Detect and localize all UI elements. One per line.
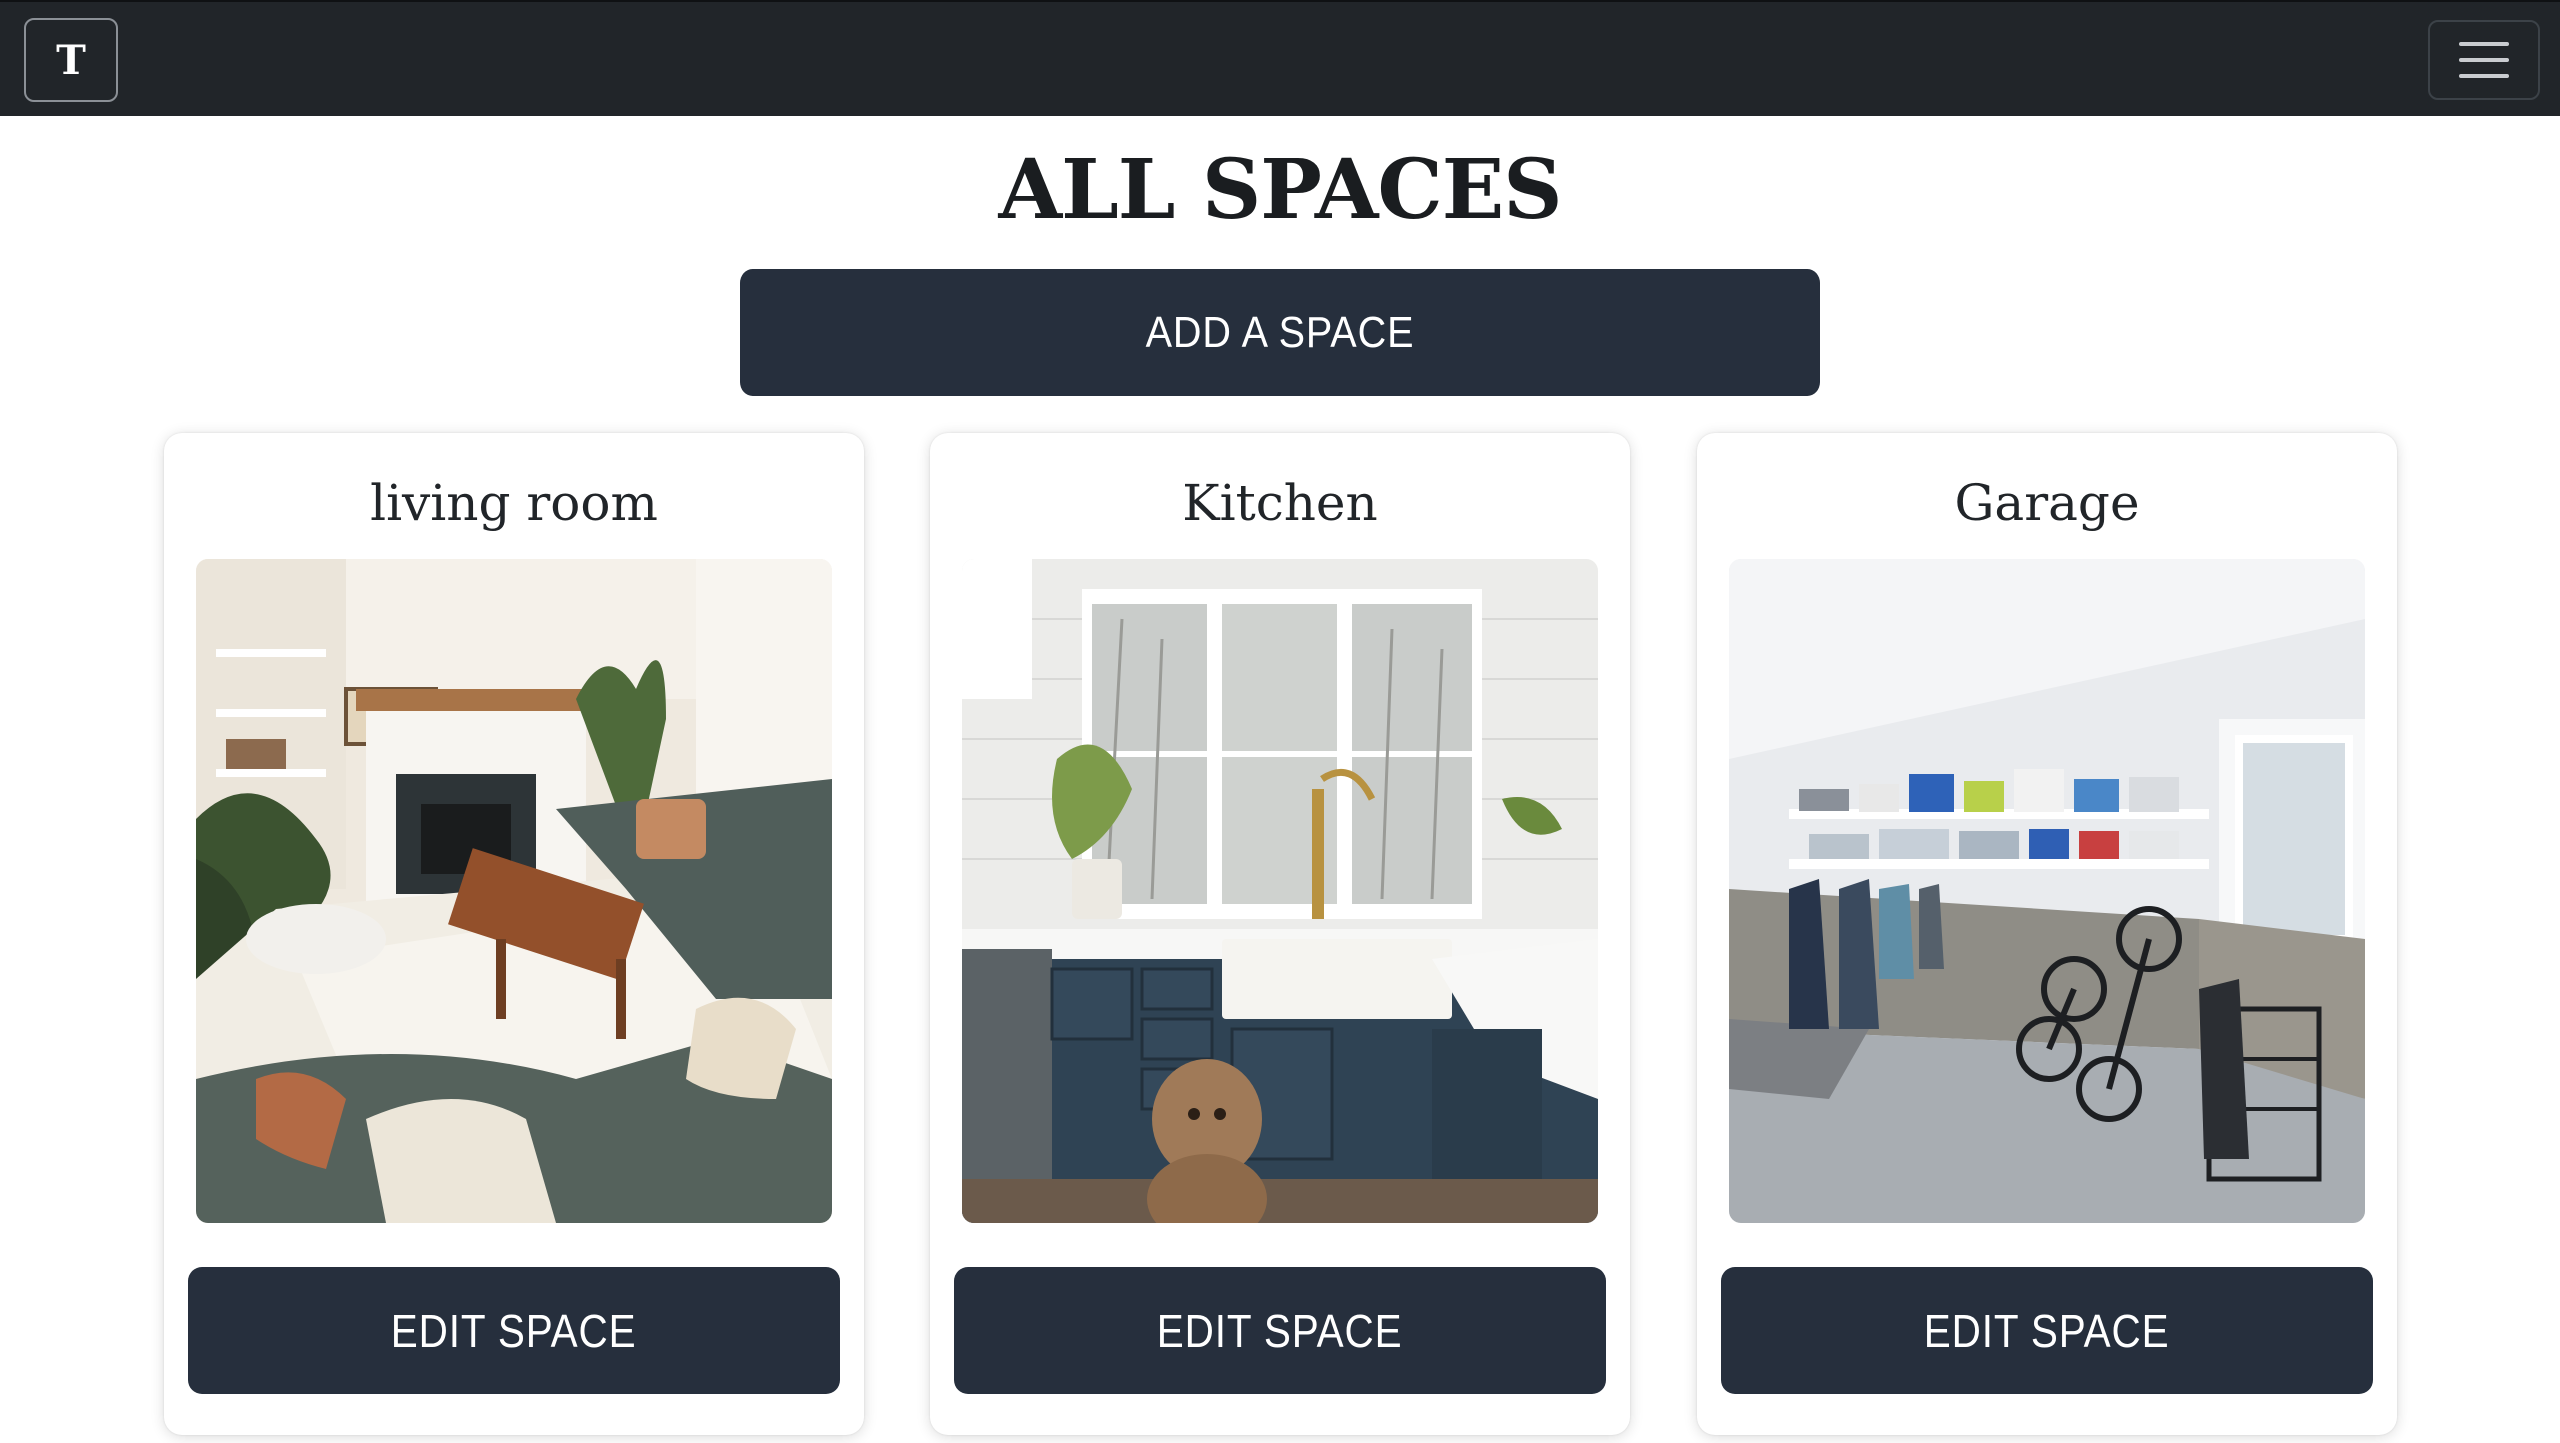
page-title: ALL SPACES: [998, 142, 1563, 238]
space-card-kitchen: Kitchen EDIT SPACE: [930, 433, 1630, 1435]
edit-space-label: EDIT SPACE: [1924, 1304, 2170, 1357]
living-room-photo: [196, 559, 832, 1223]
space-card-title: living room: [370, 474, 658, 532]
edit-space-button[interactable]: EDIT SPACE: [1721, 1267, 2373, 1394]
edit-space-button[interactable]: EDIT SPACE: [954, 1267, 1606, 1394]
menu-bar-line: [2459, 74, 2509, 78]
space-card-title: Garage: [1954, 474, 2140, 532]
space-card-title: Kitchen: [1182, 474, 1378, 532]
edit-space-button[interactable]: EDIT SPACE: [188, 1267, 840, 1394]
garage-photo: [1729, 559, 2365, 1223]
menu-bar-line: [2459, 58, 2509, 62]
space-card-garage: Garage EDIT SPACE: [1697, 433, 2397, 1435]
edit-space-label: EDIT SPACE: [1157, 1304, 1403, 1357]
brand-logo-button[interactable]: T: [24, 18, 118, 102]
top-navbar: T: [0, 0, 2560, 116]
add-space-button[interactable]: ADD A SPACE: [740, 269, 1820, 396]
space-card-living-room: living room EDIT SPACE: [164, 433, 864, 1435]
hamburger-menu-icon[interactable]: [2428, 20, 2540, 100]
edit-space-label: EDIT SPACE: [391, 1304, 637, 1357]
menu-bar-line: [2459, 42, 2509, 46]
kitchen-photo: [962, 559, 1598, 1223]
